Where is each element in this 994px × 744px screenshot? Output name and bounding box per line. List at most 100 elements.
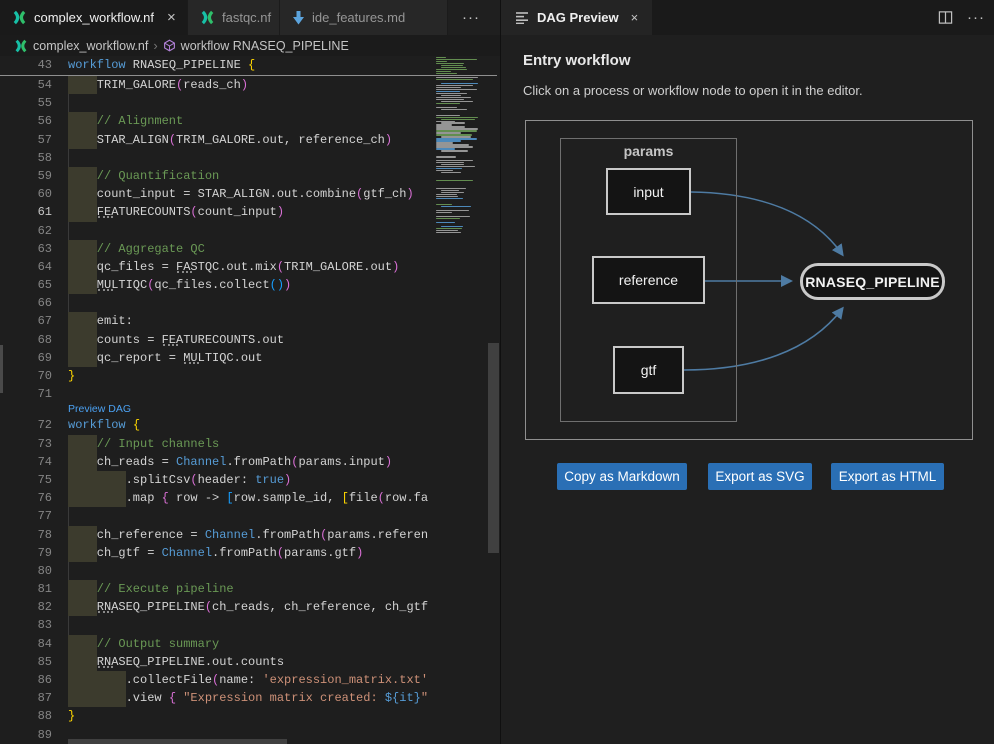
- line-content[interactable]: // Execute pipeline: [68, 580, 432, 598]
- line-number[interactable]: 78: [0, 526, 68, 544]
- line-number[interactable]: 80: [0, 562, 68, 580]
- code-line[interactable]: 70}: [0, 367, 432, 385]
- line-content[interactable]: qc_report = MULTIQC.out: [68, 349, 432, 367]
- code-line[interactable]: 65MULTIQC(qc_files.collect()): [0, 276, 432, 294]
- line-content[interactable]: [68, 222, 432, 240]
- line-number[interactable]: 79: [0, 544, 68, 562]
- code-line[interactable]: 79ch_gtf = Channel.fromPath(params.gtf): [0, 544, 432, 562]
- code-line[interactable]: 80: [0, 562, 432, 580]
- line-content[interactable]: RNASEQ_PIPELINE(ch_reads, ch_reference, …: [68, 598, 432, 616]
- code-line[interactable]: 84// Output summary: [0, 635, 432, 653]
- code-line[interactable]: 59// Quantification: [0, 167, 432, 185]
- code-line[interactable]: 54TRIM_GALORE(reads_ch): [0, 76, 432, 94]
- line-number[interactable]: 76: [0, 489, 68, 507]
- code-line[interactable]: 74ch_reads = Channel.fromPath(params.inp…: [0, 453, 432, 471]
- line-number[interactable]: 77: [0, 507, 68, 525]
- line-number[interactable]: [0, 403, 68, 416]
- code-line[interactable]: 76.map { row -> [row.sample_id, [file(ro…: [0, 489, 432, 507]
- export-as-svg-button[interactable]: Export as SVG: [708, 463, 812, 490]
- line-content[interactable]: count_input = STAR_ALIGN.out.combine(gtf…: [68, 185, 432, 203]
- code-line[interactable]: 63// Aggregate QC: [0, 240, 432, 258]
- code-line[interactable]: 72workflow {: [0, 416, 432, 434]
- line-number[interactable]: 74: [0, 453, 68, 471]
- line-content[interactable]: FEATURECOUNTS(count_input): [68, 203, 432, 221]
- line-content[interactable]: [68, 94, 432, 112]
- line-number[interactable]: 71: [0, 385, 68, 403]
- tab-dag-preview[interactable]: DAG Preview ×: [501, 0, 652, 35]
- line-number[interactable]: 88: [0, 707, 68, 725]
- line-content[interactable]: // Aggregate QC: [68, 240, 432, 258]
- line-number[interactable]: 58: [0, 149, 68, 167]
- line-content[interactable]: // Quantification: [68, 167, 432, 185]
- code-line[interactable]: 75.splitCsv(header: true): [0, 471, 432, 489]
- code-line[interactable]: 62: [0, 222, 432, 240]
- line-number[interactable]: 55: [0, 94, 68, 112]
- code-line[interactable]: 56// Alignment: [0, 112, 432, 130]
- line-number[interactable]: 68: [0, 331, 68, 349]
- line-number[interactable]: 75: [0, 471, 68, 489]
- line-content[interactable]: RNASEQ_PIPELINE.out.counts: [68, 653, 432, 671]
- line-number[interactable]: 84: [0, 635, 68, 653]
- code-line[interactable]: 60count_input = STAR_ALIGN.out.combine(g…: [0, 185, 432, 203]
- code-lines[interactable]: 54TRIM_GALORE(reads_ch)5556// Alignment5…: [0, 76, 432, 744]
- code-line[interactable]: 66: [0, 294, 432, 312]
- code-line[interactable]: 81// Execute pipeline: [0, 580, 432, 598]
- line-content[interactable]: }: [68, 367, 432, 385]
- code-line[interactable]: 82RNASEQ_PIPELINE(ch_reads, ch_reference…: [0, 598, 432, 616]
- line-number[interactable]: 73: [0, 435, 68, 453]
- tab-ide-features[interactable]: ide_features.md: [280, 0, 448, 35]
- line-number[interactable]: 85: [0, 653, 68, 671]
- code-line[interactable]: 69qc_report = MULTIQC.out: [0, 349, 432, 367]
- codelens-row[interactable]: Preview DAG: [0, 403, 432, 416]
- line-content[interactable]: Preview DAG: [68, 403, 432, 416]
- code-line[interactable]: 55: [0, 94, 432, 112]
- code-line[interactable]: 57STAR_ALIGN(TRIM_GALORE.out, reference_…: [0, 131, 432, 149]
- line-number[interactable]: 63: [0, 240, 68, 258]
- line-number[interactable]: 86: [0, 671, 68, 689]
- line-content[interactable]: MULTIQC(qc_files.collect()): [68, 276, 432, 294]
- line-content[interactable]: [68, 385, 432, 403]
- line-content[interactable]: [68, 616, 432, 634]
- line-number[interactable]: 61: [0, 203, 68, 221]
- line-number[interactable]: 67: [0, 312, 68, 330]
- line-content[interactable]: .splitCsv(header: true): [68, 471, 432, 489]
- line-content[interactable]: ch_gtf = Channel.fromPath(params.gtf): [68, 544, 432, 562]
- line-number[interactable]: 89: [0, 726, 68, 744]
- vertical-scrollbar-thumb[interactable]: [488, 343, 499, 553]
- copy-as-markdown-button[interactable]: Copy as Markdown: [557, 463, 687, 490]
- node-reference[interactable]: reference: [592, 256, 705, 304]
- line-content[interactable]: emit:: [68, 312, 432, 330]
- node-gtf[interactable]: gtf: [613, 346, 684, 394]
- line-content[interactable]: [68, 562, 432, 580]
- line-number[interactable]: 64: [0, 258, 68, 276]
- line-number[interactable]: 56: [0, 112, 68, 130]
- line-content[interactable]: [68, 149, 432, 167]
- code-line[interactable]: 87.view { "Expression matrix created: ${…: [0, 689, 432, 707]
- line-content[interactable]: TRIM_GALORE(reads_ch): [68, 76, 432, 94]
- code-line[interactable]: 88}: [0, 707, 432, 725]
- code-editor[interactable]: 43 workflow RNASEQ_PIPELINE { 54TRIM_GAL…: [0, 56, 500, 744]
- more-actions-button[interactable]: ···: [967, 9, 985, 26]
- horizontal-scrollbar-thumb[interactable]: [68, 739, 287, 744]
- line-number[interactable]: 82: [0, 598, 68, 616]
- code-line[interactable]: 78ch_reference = Channel.fromPath(params…: [0, 526, 432, 544]
- line-number[interactable]: 54: [0, 76, 68, 94]
- line-number[interactable]: 57: [0, 131, 68, 149]
- line-number[interactable]: 65: [0, 276, 68, 294]
- vertical-scrollbar[interactable]: [487, 56, 500, 744]
- code-line[interactable]: 83: [0, 616, 432, 634]
- close-icon[interactable]: ×: [631, 10, 639, 25]
- line-number[interactable]: 59: [0, 167, 68, 185]
- code-line[interactable]: 85RNASEQ_PIPELINE.out.counts: [0, 653, 432, 671]
- breadcrumb-symbol[interactable]: workflow RNASEQ_PIPELINE: [181, 39, 349, 53]
- line-content[interactable]: counts = FEATURECOUNTS.out: [68, 331, 432, 349]
- line-number[interactable]: 69: [0, 349, 68, 367]
- code-line[interactable]: 68counts = FEATURECOUNTS.out: [0, 331, 432, 349]
- code-line[interactable]: 71: [0, 385, 432, 403]
- line-content[interactable]: [68, 507, 432, 525]
- line-content[interactable]: // Input channels: [68, 435, 432, 453]
- line-content[interactable]: ch_reads = Channel.fromPath(params.input…: [68, 453, 432, 471]
- minimap[interactable]: [432, 56, 487, 744]
- line-content[interactable]: // Alignment: [68, 112, 432, 130]
- sticky-scroll-line[interactable]: 43 workflow RNASEQ_PIPELINE {: [0, 56, 432, 75]
